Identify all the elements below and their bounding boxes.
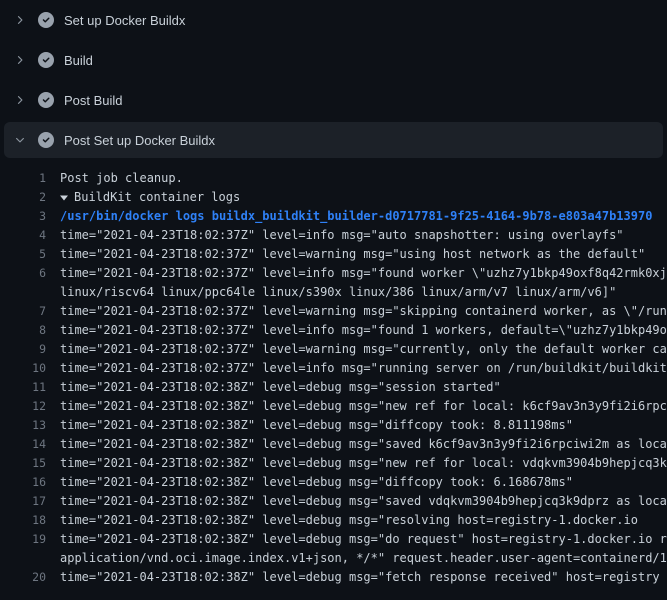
step-row[interactable]: Post Set up Docker Buildx	[4, 122, 663, 158]
log-line-number[interactable]: 7	[0, 302, 46, 321]
log-line-number[interactable]: 3	[0, 207, 46, 226]
log-line-number[interactable]: 15	[0, 454, 46, 473]
log-line-text: time="2021-04-23T18:02:38Z" level=debug …	[60, 397, 667, 416]
log-line[interactable]: 12 time="2021-04-23T18:02:38Z" level=deb…	[0, 397, 667, 416]
log-line-text: time="2021-04-23T18:02:38Z" level=debug …	[60, 530, 667, 549]
log-line-text: time="2021-04-23T18:02:37Z" level=warnin…	[60, 245, 667, 264]
step-row[interactable]: Set up Docker Buildx	[0, 0, 667, 40]
log-line-number[interactable]: 17	[0, 492, 46, 511]
log-line[interactable]: 3 /usr/bin/docker logs buildx_buildkit_b…	[0, 207, 667, 226]
check-circle-icon	[38, 92, 54, 108]
log-line[interactable]: 18 time="2021-04-23T18:02:38Z" level=deb…	[0, 511, 667, 530]
log-line-text: time="2021-04-23T18:02:37Z" level=warnin…	[60, 340, 667, 359]
log-line-number[interactable]: 5	[0, 245, 46, 264]
log-line-text: time="2021-04-23T18:02:38Z" level=debug …	[60, 454, 667, 473]
log-line-number[interactable]: 1	[0, 169, 46, 188]
log-line-text: time="2021-04-23T18:02:38Z" level=debug …	[60, 435, 667, 454]
log-line[interactable]: 9 time="2021-04-23T18:02:37Z" level=warn…	[0, 340, 667, 359]
check-circle-icon	[38, 52, 54, 68]
log-line-number[interactable]: 16	[0, 473, 46, 492]
log-line[interactable]: 8 time="2021-04-23T18:02:37Z" level=info…	[0, 321, 667, 340]
log-line-text: time="2021-04-23T18:02:37Z" level=info m…	[60, 226, 667, 245]
log-line-text: time="2021-04-23T18:02:38Z" level=debug …	[60, 568, 667, 587]
check-circle-icon	[38, 132, 54, 148]
log-line-text: Post job cleanup.	[60, 169, 667, 188]
log-line[interactable]: 1 Post job cleanup.	[0, 169, 667, 188]
log-line[interactable]: linux/riscv64 linux/ppc64le linux/s390x …	[0, 283, 667, 302]
log-line-number[interactable]: 18	[0, 511, 46, 530]
log-line-number[interactable]: 2	[0, 188, 46, 207]
log-line[interactable]: 11 time="2021-04-23T18:02:38Z" level=deb…	[0, 378, 667, 397]
log-line-number[interactable]: 11	[0, 378, 46, 397]
log-line[interactable]: 15 time="2021-04-23T18:02:38Z" level=deb…	[0, 454, 667, 473]
step-label: Build	[64, 53, 93, 68]
log-line-text: time="2021-04-23T18:02:38Z" level=debug …	[60, 473, 667, 492]
log-line-text: linux/riscv64 linux/ppc64le linux/s390x …	[60, 283, 667, 302]
log-line[interactable]: 19 time="2021-04-23T18:02:38Z" level=deb…	[0, 530, 667, 549]
log-line-number[interactable]: 6	[0, 264, 46, 283]
log-line-text: time="2021-04-23T18:02:38Z" level=debug …	[60, 416, 667, 435]
log-line[interactable]: 6 time="2021-04-23T18:02:37Z" level=info…	[0, 264, 667, 283]
log-line-text: /usr/bin/docker logs buildx_buildkit_bui…	[60, 207, 667, 226]
chevron-right-icon[interactable]	[14, 54, 26, 66]
log-line[interactable]: 14 time="2021-04-23T18:02:38Z" level=deb…	[0, 435, 667, 454]
step-label: Post Set up Docker Buildx	[64, 133, 215, 148]
check-circle-icon	[38, 12, 54, 28]
log-line-number[interactable]: 19	[0, 530, 46, 549]
log-line-number[interactable]: 20	[0, 568, 46, 587]
log-line-text: time="2021-04-23T18:02:38Z" level=debug …	[60, 492, 667, 511]
log-line[interactable]: 16 time="2021-04-23T18:02:38Z" level=deb…	[0, 473, 667, 492]
log-line-number[interactable]: 13	[0, 416, 46, 435]
chevron-right-icon[interactable]	[14, 94, 26, 106]
log-line-text: time="2021-04-23T18:02:37Z" level=info m…	[60, 321, 667, 340]
step-label: Set up Docker Buildx	[64, 13, 185, 28]
log-line-number[interactable]: 9	[0, 340, 46, 359]
log-line-text: time="2021-04-23T18:02:37Z" level=info m…	[60, 264, 667, 283]
group-collapse-triangle-icon[interactable]	[60, 194, 68, 202]
log-line[interactable]: 5 time="2021-04-23T18:02:37Z" level=warn…	[0, 245, 667, 264]
actions-log-viewer: Set up Docker Buildx Build P	[0, 0, 667, 600]
log-line[interactable]: 17 time="2021-04-23T18:02:38Z" level=deb…	[0, 492, 667, 511]
log-line[interactable]: application/vnd.oci.image.index.v1+json,…	[0, 549, 667, 568]
log-line[interactable]: 7 time="2021-04-23T18:02:37Z" level=warn…	[0, 302, 667, 321]
log-line-number[interactable]: 12	[0, 397, 46, 416]
log-line-number[interactable]: 14	[0, 435, 46, 454]
step-label: Post Build	[64, 93, 123, 108]
log-line[interactable]: 20 time="2021-04-23T18:02:38Z" level=deb…	[0, 568, 667, 587]
log-line-number[interactable]: 4	[0, 226, 46, 245]
log-line-number[interactable]: 10	[0, 359, 46, 378]
log-line-number[interactable]: 8	[0, 321, 46, 340]
log-line-text: time="2021-04-23T18:02:38Z" level=debug …	[60, 378, 667, 397]
log-line-text: time="2021-04-23T18:02:38Z" level=debug …	[60, 511, 667, 530]
chevron-down-icon[interactable]	[14, 134, 26, 146]
log-line[interactable]: 10 time="2021-04-23T18:02:37Z" level=inf…	[0, 359, 667, 378]
step-row[interactable]: Post Build	[0, 80, 667, 120]
log-line[interactable]: 2 BuildKit container logs	[0, 188, 667, 207]
log-line[interactable]: 13 time="2021-04-23T18:02:38Z" level=deb…	[0, 416, 667, 435]
log-line-text: BuildKit container logs	[74, 188, 667, 207]
log-line-text: time="2021-04-23T18:02:37Z" level=info m…	[60, 359, 667, 378]
log-line-text: application/vnd.oci.image.index.v1+json,…	[60, 549, 667, 568]
log-output: 1 Post job cleanup. 2 BuildKit container…	[0, 160, 667, 587]
log-line[interactable]: 4 time="2021-04-23T18:02:37Z" level=info…	[0, 226, 667, 245]
chevron-right-icon[interactable]	[14, 14, 26, 26]
step-row[interactable]: Build	[0, 40, 667, 80]
steps-list: Set up Docker Buildx Build P	[0, 0, 667, 158]
log-line-text: time="2021-04-23T18:02:37Z" level=warnin…	[60, 302, 667, 321]
